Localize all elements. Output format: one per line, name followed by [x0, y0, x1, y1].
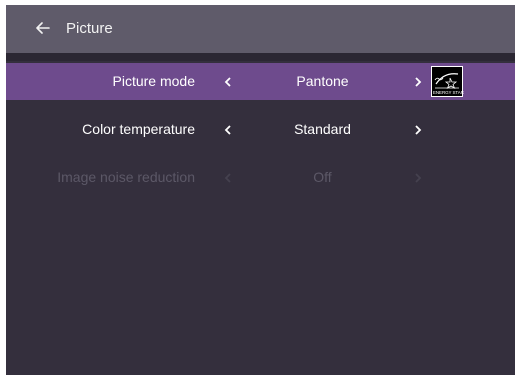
- setting-row-image-noise-reduction: Image noise reduction Off: [6, 159, 515, 196]
- setting-label: Picture mode: [112, 73, 195, 89]
- next-option-button: [408, 159, 428, 196]
- arrow-left-icon: [36, 22, 50, 34]
- back-button[interactable]: [32, 17, 54, 39]
- setting-row-picture-mode[interactable]: Picture mode Pantone ENERGY STAR: [6, 63, 515, 100]
- setting-value: Off: [313, 169, 332, 185]
- previous-option-button[interactable]: [218, 63, 238, 100]
- chevron-right-icon: [415, 124, 422, 135]
- header-divider: [6, 53, 515, 61]
- page-title: Picture: [66, 20, 113, 37]
- setting-label: Color temperature: [82, 121, 195, 137]
- header-bar: Picture: [6, 5, 515, 53]
- picture-settings-screen: Picture Picture mode Pantone ENERGY STAR: [6, 5, 515, 375]
- energy-star-text: ENERGY STAR: [433, 90, 464, 95]
- next-option-button[interactable]: [408, 111, 428, 148]
- previous-option-button[interactable]: [218, 111, 238, 148]
- setting-value: Standard: [294, 121, 351, 137]
- setting-label: Image noise reduction: [57, 169, 195, 185]
- energy-star-logo: ENERGY STAR: [431, 66, 464, 97]
- chevron-right-icon: [415, 172, 422, 183]
- setting-row-color-temperature[interactable]: Color temperature Standard: [6, 111, 515, 148]
- next-option-button[interactable]: [408, 63, 428, 100]
- setting-value: Pantone: [296, 73, 349, 89]
- chevron-left-icon: [224, 76, 231, 87]
- energy-star-icon: [434, 73, 459, 89]
- previous-option-button: [218, 159, 238, 196]
- chevron-left-icon: [224, 172, 231, 183]
- chevron-right-icon: [415, 76, 422, 87]
- chevron-left-icon: [224, 124, 231, 135]
